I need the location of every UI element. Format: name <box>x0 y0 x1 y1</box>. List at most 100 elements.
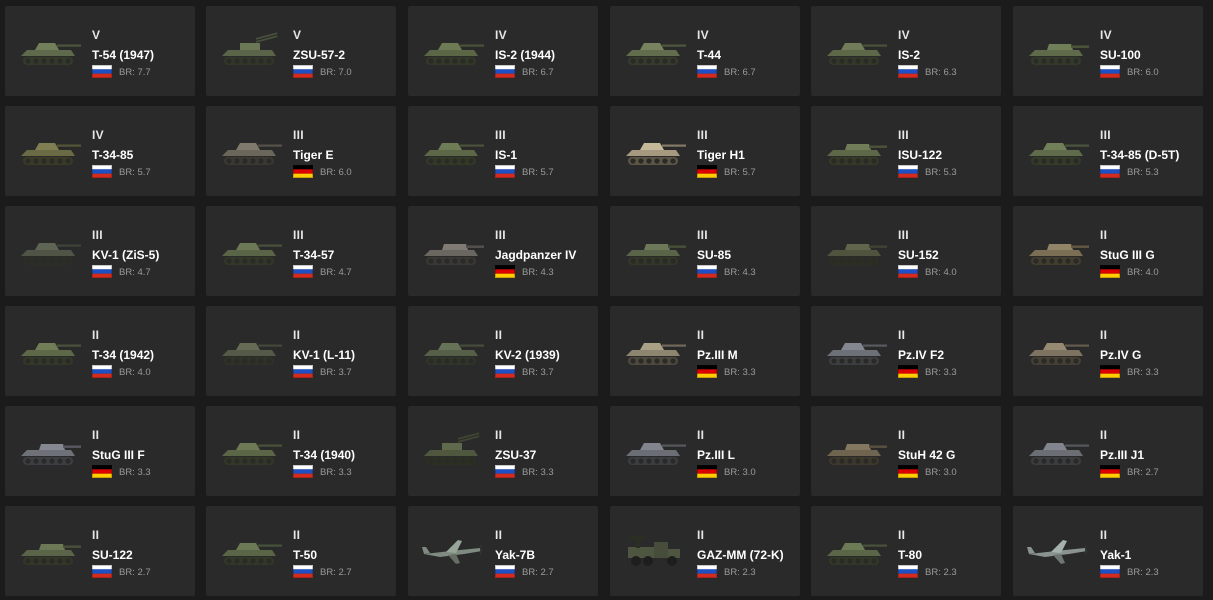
battle-rating: BR: 5.7 <box>119 167 151 178</box>
vehicle-tier: V <box>293 28 302 42</box>
anti-aircraft-vehicle-icon <box>218 30 284 70</box>
vehicle-card-t-34-57[interactable]: III T-34-57 BR: 4.7 <box>206 206 396 296</box>
vehicle-tier: IV <box>495 28 507 42</box>
battle-rating: BR: 5.7 <box>724 167 756 178</box>
vehicle-name: ZSU-37 <box>495 448 537 462</box>
vehicle-card-stuh-42-g[interactable]: II StuH 42 G BR: 3.0 <box>811 406 1001 496</box>
vehicle-card-t-34-1942[interactable]: II T-34 (1942) BR: 4.0 <box>5 306 195 396</box>
ussr-flag-icon <box>293 365 313 378</box>
battle-rating: BR: 7.0 <box>320 67 352 78</box>
vehicle-tier: II <box>293 328 301 342</box>
vehicle-card-is-2[interactable]: IV IS-2 BR: 6.3 <box>811 6 1001 96</box>
vehicle-name: SU-85 <box>697 248 732 262</box>
vehicle-card-t-80[interactable]: II T-80 BR: 2.3 <box>811 506 1001 596</box>
vehicle-card-pz-iii-l[interactable]: II Pz.III L BR: 3.0 <box>610 406 800 496</box>
tank-icon <box>823 530 889 570</box>
truck-icon <box>622 530 688 570</box>
tank-icon <box>823 30 889 70</box>
germany-flag-icon <box>495 265 515 278</box>
ussr-flag-icon <box>697 65 717 78</box>
vehicle-card-pz-iv-g[interactable]: II Pz.IV G BR: 3.3 <box>1013 306 1203 396</box>
vehicle-card-su-100[interactable]: IV SU-100 BR: 6.0 <box>1013 6 1203 96</box>
battle-rating: BR: 6.0 <box>320 167 352 178</box>
vehicle-name: StuH 42 G <box>898 448 956 462</box>
vehicle-card-kv-2-1939[interactable]: II KV-2 (1939) BR: 3.7 <box>408 306 598 396</box>
vehicle-card-su-152[interactable]: III SU-152 BR: 4.0 <box>811 206 1001 296</box>
vehicle-card-t-54-1947[interactable]: V T-54 (1947) BR: 7.7 <box>5 6 195 96</box>
vehicle-card-jagdpanzer-iv[interactable]: III Jagdpanzer IV BR: 4.3 <box>408 206 598 296</box>
vehicle-name: StuG III G <box>1100 248 1155 262</box>
ussr-flag-icon <box>1100 565 1120 578</box>
battle-rating: BR: 4.3 <box>724 267 756 278</box>
tank-icon <box>218 230 284 270</box>
vehicle-name: KV-2 (1939) <box>495 348 560 362</box>
vehicle-card-isu-122[interactable]: III ISU-122 BR: 5.3 <box>811 106 1001 196</box>
battle-rating: BR: 3.3 <box>522 467 554 478</box>
vehicle-card-is-1[interactable]: III IS-1 BR: 5.7 <box>408 106 598 196</box>
vehicle-card-t-34-1940[interactable]: II T-34 (1940) BR: 3.3 <box>206 406 396 496</box>
vehicle-card-su-122[interactable]: II SU-122 BR: 2.7 <box>5 506 195 596</box>
battle-rating: BR: 3.0 <box>724 467 756 478</box>
vehicle-card-pz-iii-j1[interactable]: II Pz.III J1 BR: 2.7 <box>1013 406 1203 496</box>
vehicle-name: Pz.III M <box>697 348 738 362</box>
vehicle-card-t-34-85-d-5t[interactable]: III T-34-85 (D-5T) BR: 5.3 <box>1013 106 1203 196</box>
vehicle-name: ISU-122 <box>898 148 943 162</box>
battle-rating: BR: 3.3 <box>724 367 756 378</box>
vehicle-card-t-44[interactable]: IV T-44 BR: 6.7 <box>610 6 800 96</box>
tank-destroyer-icon <box>420 230 486 270</box>
vehicle-card-pz-iv-f2[interactable]: II Pz.IV F2 BR: 3.3 <box>811 306 1001 396</box>
battle-rating: BR: 2.3 <box>1127 567 1159 578</box>
germany-flag-icon <box>898 365 918 378</box>
vehicle-tier: II <box>92 328 100 342</box>
battle-rating: BR: 6.7 <box>724 67 756 78</box>
vehicle-card-zsu-37[interactable]: II ZSU-37 BR: 3.3 <box>408 406 598 496</box>
vehicle-card-stug-iii-f[interactable]: II StuG III F BR: 3.3 <box>5 406 195 496</box>
vehicle-card-kv-1-l-11[interactable]: II KV-1 (L-11) BR: 3.7 <box>206 306 396 396</box>
vehicle-tier: II <box>293 428 301 442</box>
vehicle-tier: III <box>697 128 708 142</box>
vehicle-tier: II <box>697 428 705 442</box>
ussr-flag-icon <box>697 265 717 278</box>
battle-rating: BR: 6.3 <box>925 67 957 78</box>
vehicle-card-t-50[interactable]: II T-50 BR: 2.7 <box>206 506 396 596</box>
battle-rating: BR: 2.7 <box>522 567 554 578</box>
ussr-flag-icon <box>1100 165 1120 178</box>
vehicle-tier: II <box>898 428 906 442</box>
battle-rating: BR: 6.0 <box>1127 67 1159 78</box>
ussr-flag-icon <box>293 565 313 578</box>
ussr-flag-icon <box>495 565 515 578</box>
vehicle-name: IS-2 <box>898 48 921 62</box>
vehicle-name: StuG III F <box>92 448 145 462</box>
tank-icon <box>218 530 284 570</box>
anti-aircraft-vehicle-icon <box>420 430 486 470</box>
vehicle-tier: III <box>293 228 304 242</box>
battle-rating: BR: 4.7 <box>320 267 352 278</box>
vehicle-card-su-85[interactable]: III SU-85 BR: 4.3 <box>610 206 800 296</box>
vehicle-card-gaz-mm-72-k[interactable]: II GAZ-MM (72-K) BR: 2.3 <box>610 506 800 596</box>
vehicle-card-is-2-1944[interactable]: IV IS-2 (1944) BR: 6.7 <box>408 6 598 96</box>
vehicle-card-stug-iii-g[interactable]: II StuG III G BR: 4.0 <box>1013 206 1203 296</box>
ussr-flag-icon <box>92 365 112 378</box>
vehicle-name: KV-1 (ZiS-5) <box>92 248 160 262</box>
vehicle-tier: IV <box>898 28 910 42</box>
aircraft-icon <box>420 530 486 570</box>
germany-flag-icon <box>697 365 717 378</box>
vehicle-name: IS-1 <box>495 148 518 162</box>
ussr-flag-icon <box>898 65 918 78</box>
vehicle-card-pz-iii-m[interactable]: II Pz.III M BR: 3.3 <box>610 306 800 396</box>
vehicle-tier: IV <box>697 28 709 42</box>
tank-icon <box>218 330 284 370</box>
vehicle-card-yak-7b[interactable]: II Yak-7B BR: 2.7 <box>408 506 598 596</box>
vehicle-card-yak-1[interactable]: II Yak-1 BR: 2.3 <box>1013 506 1203 596</box>
vehicle-card-t-34-85[interactable]: IV T-34-85 BR: 5.7 <box>5 106 195 196</box>
vehicle-card-kv-1-zis-5[interactable]: III KV-1 (ZiS-5) BR: 4.7 <box>5 206 195 296</box>
vehicle-card-tiger-h1[interactable]: III Tiger H1 BR: 5.7 <box>610 106 800 196</box>
vehicle-name: SU-122 <box>92 548 133 562</box>
vehicle-tier: IV <box>1100 28 1112 42</box>
vehicle-card-tiger-e[interactable]: III Tiger E BR: 6.0 <box>206 106 396 196</box>
germany-flag-icon <box>92 465 112 478</box>
vehicle-tier: II <box>92 528 100 542</box>
tank-icon <box>1025 330 1091 370</box>
vehicle-card-zsu-57-2[interactable]: V ZSU-57-2 BR: 7.0 <box>206 6 396 96</box>
vehicle-tier: III <box>898 228 909 242</box>
